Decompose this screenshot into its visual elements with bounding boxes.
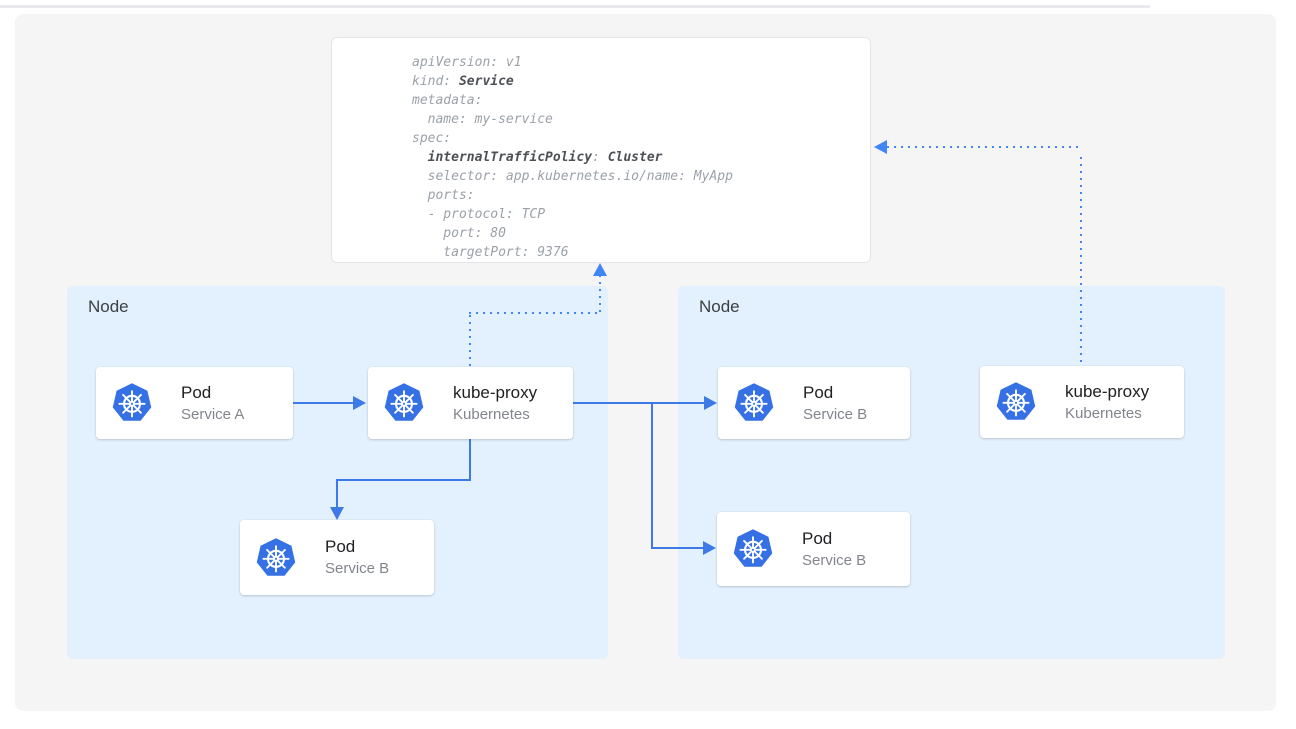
card-title: Pod bbox=[181, 382, 244, 403]
top-divider-rule bbox=[0, 5, 1150, 8]
card-subtitle: Kubernetes bbox=[453, 405, 537, 425]
kubernetes-icon bbox=[995, 381, 1037, 423]
connector-branch-down bbox=[651, 403, 653, 548]
card-subtitle: Service B bbox=[325, 559, 389, 579]
connector-down-to-pod-b-left bbox=[336, 479, 338, 508]
card-title: kube-proxy bbox=[1065, 381, 1149, 402]
dotted-right-kube-proxy-up bbox=[1080, 157, 1082, 366]
connector-kube-proxy-left bbox=[336, 479, 471, 481]
node-label: Node bbox=[88, 297, 129, 317]
arrowhead-left-icon bbox=[874, 140, 887, 154]
arrowhead-right-icon bbox=[704, 396, 717, 410]
pod-card-service-b-right-top: Pod Service B bbox=[718, 367, 910, 439]
kube-proxy-card-right: kube-proxy Kubernetes bbox=[980, 366, 1184, 438]
kubernetes-internal-traffic-policy-diagram: apiVersion: v1kind: Servicemetadata: nam… bbox=[0, 0, 1296, 729]
dotted-left-horizontal bbox=[469, 312, 602, 314]
dotted-left-kube-proxy-up bbox=[469, 315, 471, 367]
kubernetes-icon bbox=[111, 382, 153, 424]
connector-pod-a-to-kube-proxy bbox=[293, 402, 355, 404]
card-subtitle: Kubernetes bbox=[1065, 404, 1149, 424]
card-title: Pod bbox=[802, 528, 866, 549]
arrowhead-down-icon bbox=[330, 507, 344, 520]
arrowhead-up-icon bbox=[593, 263, 607, 276]
card-title: Pod bbox=[325, 536, 389, 557]
kubernetes-icon bbox=[733, 382, 775, 424]
card-title: kube-proxy bbox=[453, 382, 537, 403]
node-box-right: Node bbox=[678, 286, 1225, 659]
connector-kube-proxy-to-right-pod-top bbox=[573, 402, 705, 404]
node-box-left: Node bbox=[67, 286, 608, 659]
pod-card-service-a: Pod Service A bbox=[96, 367, 293, 439]
card-subtitle: Service B bbox=[803, 405, 867, 425]
service-yaml-card: apiVersion: v1kind: Servicemetadata: nam… bbox=[331, 37, 871, 263]
dotted-left-up-to-yaml bbox=[599, 275, 601, 312]
service-yaml-code: apiVersion: v1kind: Servicemetadata: nam… bbox=[412, 53, 870, 262]
card-subtitle: Service A bbox=[181, 405, 244, 425]
card-title: Pod bbox=[803, 382, 867, 403]
kubernetes-icon bbox=[383, 382, 425, 424]
pod-card-service-b-right-bottom: Pod Service B bbox=[717, 512, 910, 586]
dotted-right-horizontal bbox=[887, 146, 1082, 148]
arrowhead-right-icon bbox=[703, 541, 716, 555]
kube-proxy-card-left: kube-proxy Kubernetes bbox=[368, 367, 573, 439]
node-label: Node bbox=[699, 297, 740, 317]
arrowhead-right-icon bbox=[353, 396, 366, 410]
card-subtitle: Service B bbox=[802, 551, 866, 571]
pod-card-service-b-left: Pod Service B bbox=[240, 520, 434, 595]
connector-kube-proxy-down bbox=[469, 439, 471, 481]
kubernetes-icon bbox=[732, 528, 774, 570]
connector-branch-to-right-pod-bottom bbox=[651, 547, 704, 549]
kubernetes-icon bbox=[255, 537, 297, 579]
